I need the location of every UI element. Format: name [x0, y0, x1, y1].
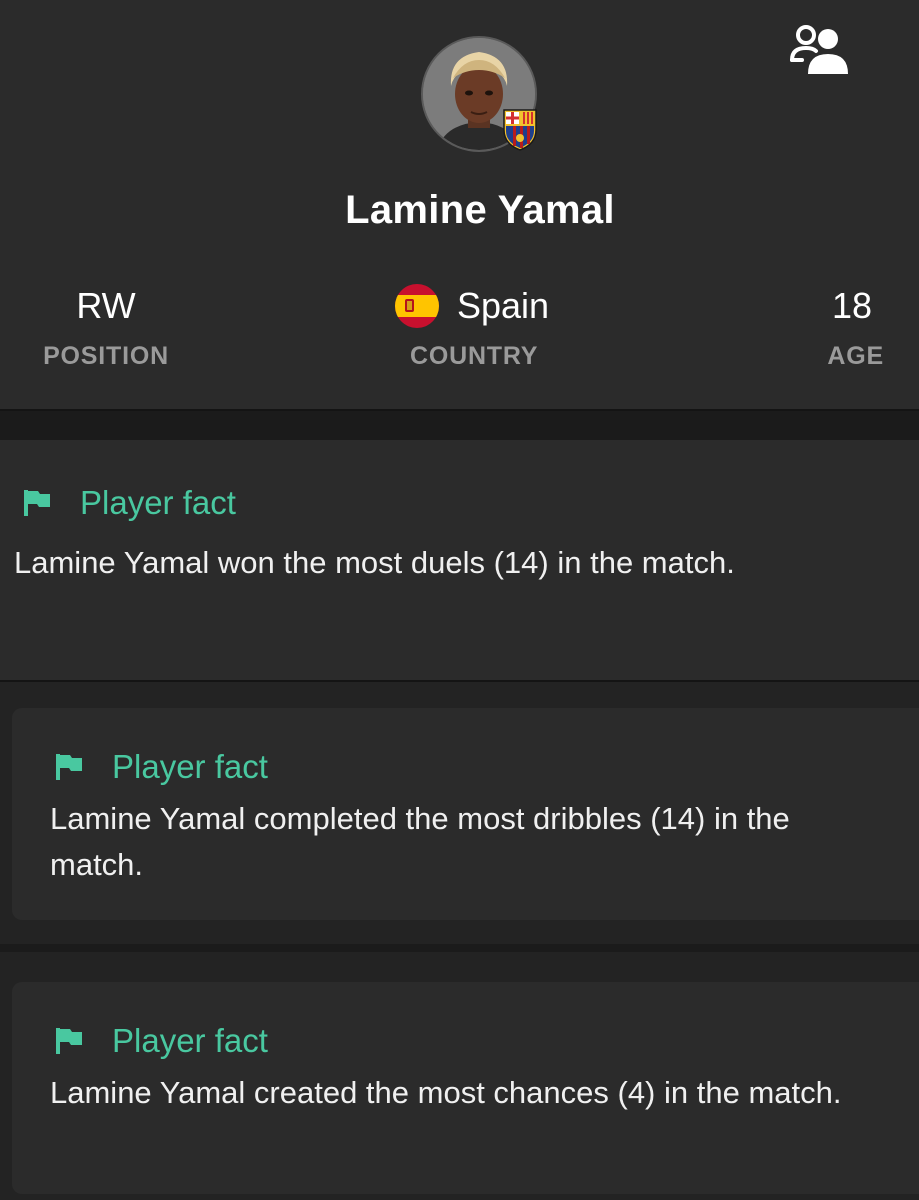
age-stat: 18 AGE	[790, 284, 884, 371]
player-fact-title: Player fact	[80, 484, 236, 521]
position-stat: RW POSITION	[36, 284, 176, 371]
player-fact-card: Player fact Lamine Yamal won the most du…	[0, 440, 919, 680]
divider	[0, 944, 919, 952]
divider	[0, 409, 919, 411]
player-header-card: Lamine Yamal RW POSITION Spain COUNTRY 1…	[0, 0, 919, 409]
position-value: RW	[76, 285, 136, 326]
spain-flag-icon	[395, 284, 439, 328]
flag-icon	[24, 490, 50, 516]
player-fact-card: Player fact Lamine Yamal completed the m…	[12, 708, 919, 920]
flag-icon	[56, 1028, 82, 1054]
country-stat: Spain COUNTRY	[395, 284, 565, 370]
player-fact-title: Player fact	[112, 748, 268, 785]
fc-barcelona-badge-icon	[501, 108, 539, 152]
player-fact-text: Lamine Yamal created the most chances (4…	[50, 1075, 842, 1110]
players-icon[interactable]	[786, 22, 858, 76]
player-screen: Lamine Yamal RW POSITION Spain COUNTRY 1…	[0, 0, 919, 1200]
age-value: 18	[831, 285, 872, 326]
player-fact-header: Player fact	[54, 748, 268, 786]
country-label: COUNTRY	[410, 342, 539, 370]
age-label: AGE	[827, 342, 884, 370]
player-fact-title: Player fact	[112, 1022, 268, 1059]
player-fact-text: Lamine Yamal won the most duels (14) in …	[14, 545, 735, 580]
position-label: POSITION	[43, 342, 169, 370]
country-value: Spain	[457, 285, 550, 326]
player-fact-header: Player fact	[22, 484, 236, 522]
country-value-row: Spain	[395, 284, 565, 328]
player-fact-header: Player fact	[54, 1022, 268, 1060]
flag-icon	[56, 754, 82, 780]
player-fact-card: Player fact Lamine Yamal created the mos…	[12, 982, 919, 1194]
player-name: Lamine Yamal	[345, 188, 615, 232]
player-avatar[interactable]	[421, 36, 537, 152]
player-fact-text: Lamine Yamal completed the most dribbles…	[50, 801, 790, 882]
